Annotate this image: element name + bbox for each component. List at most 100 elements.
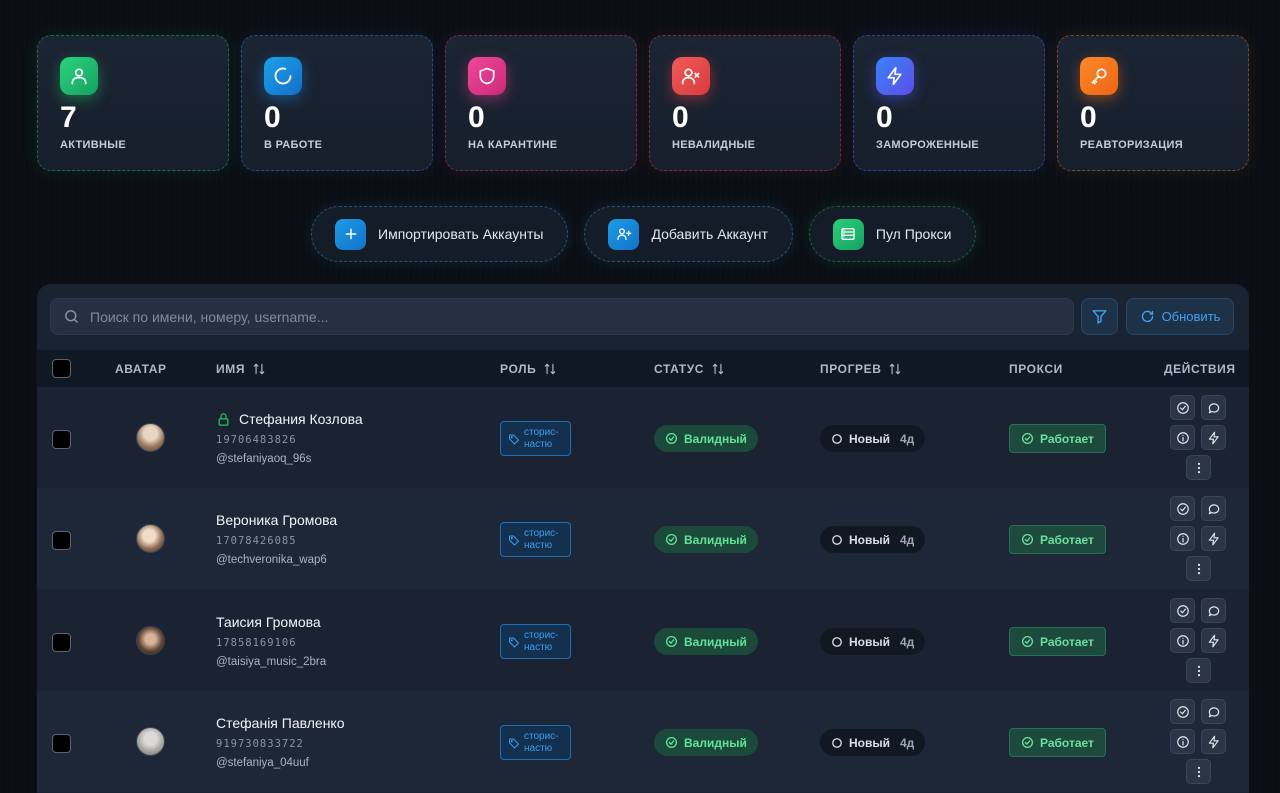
status-badge: Валидный	[654, 526, 758, 553]
row-checkbox[interactable]	[52, 430, 71, 449]
role-badge[interactable]: сторис-настю	[500, 624, 571, 659]
stats-row: 7 АКТИВНЫЕ 0 В РАБОТЕ 0 НА КАРАНТИНЕ 0 Н…	[37, 35, 1249, 171]
row-actions	[1170, 496, 1227, 584]
stat-card-invalid[interactable]: 0 НЕВАЛИДНЫЕ	[649, 35, 841, 171]
stat-card-frozen[interactable]: 0 ЗАМОРОЖЕННЫЕ	[853, 35, 1045, 171]
message-button[interactable]	[1201, 496, 1226, 521]
account-username: @stefaniyaoq_96s	[216, 453, 312, 465]
role-badge[interactable]: сторис-настю	[500, 421, 571, 456]
header-status: СТАТУС	[654, 361, 705, 376]
message-button[interactable]	[1201, 598, 1226, 623]
info-button[interactable]	[1170, 729, 1195, 754]
header-role-sort[interactable]: РОЛЬ	[500, 362, 557, 376]
search-input[interactable]	[90, 308, 990, 325]
account-name[interactable]: Вероника Громова	[216, 512, 337, 528]
role-badge[interactable]: сторис-настю	[500, 725, 571, 760]
proxy-pool-button[interactable]: Пул Прокси	[808, 206, 977, 262]
status-badge: Валидный	[654, 729, 758, 756]
stat-value: 0	[672, 101, 689, 134]
header-name-sort[interactable]: ИМЯ	[216, 362, 266, 376]
search-field[interactable]	[50, 298, 1074, 335]
status-label: Валидный	[684, 735, 747, 750]
proxy-badge: Работает	[1009, 525, 1106, 554]
role-line2: настю	[524, 641, 553, 653]
avatar	[136, 727, 165, 756]
refresh-button[interactable]: Обновить	[1126, 298, 1234, 335]
more-button[interactable]	[1186, 658, 1211, 683]
check-circle-icon	[1176, 604, 1189, 617]
verify-button[interactable]	[1170, 598, 1195, 623]
more-button[interactable]	[1186, 556, 1211, 581]
boost-button[interactable]	[1201, 729, 1226, 754]
role-line2: настю	[524, 438, 553, 450]
message-icon	[1208, 605, 1219, 616]
account-username: @techveronika_wap6	[216, 554, 327, 566]
message-icon	[1208, 706, 1219, 717]
boost-button[interactable]	[1201, 628, 1226, 653]
server-icon	[832, 218, 864, 250]
check-circle-icon	[1176, 401, 1189, 414]
role-line1: сторис-	[524, 527, 559, 539]
verify-button[interactable]	[1170, 699, 1195, 724]
zap-icon	[1208, 735, 1219, 748]
warmup-label: Новый	[849, 532, 890, 547]
row-checkbox[interactable]	[52, 734, 71, 753]
role-line1: сторис-	[524, 426, 559, 438]
stat-label: АКТИВНЫЕ	[60, 139, 126, 151]
account-name[interactable]: Стефания Козлова	[239, 411, 363, 427]
boost-button[interactable]	[1201, 425, 1226, 450]
lock-icon	[218, 412, 229, 426]
boost-button[interactable]	[1201, 526, 1226, 551]
message-button[interactable]	[1201, 699, 1226, 724]
stat-value: 0	[876, 101, 893, 134]
warmup-badge: Новый 4д	[820, 729, 926, 756]
import-accounts-button[interactable]: Импортировать Аккаунты	[311, 206, 569, 262]
verify-button[interactable]	[1170, 496, 1195, 521]
proxy-label: Работает	[1040, 735, 1094, 750]
user-x-icon	[672, 57, 710, 95]
table-row: Таисия Громова 17858169106 @taisiya_musi…	[37, 590, 1249, 691]
stat-value: 0	[1080, 101, 1097, 134]
select-all-checkbox[interactable]	[52, 359, 71, 378]
shield-icon	[468, 57, 506, 95]
more-button[interactable]	[1186, 455, 1211, 480]
stat-label: НЕВАЛИДНЫЕ	[672, 139, 756, 151]
table-header: АВАТАР ИМЯ РОЛЬ СТАТУС ПРОГРЕВ ПРОКСИ ДЕ…	[37, 350, 1249, 387]
message-icon	[1208, 503, 1219, 514]
stat-card-quarantine[interactable]: 0 НА КАРАНТИНЕ	[445, 35, 637, 171]
stat-card-active[interactable]: 7 АКТИВНЫЕ	[37, 35, 229, 171]
avatar	[136, 626, 165, 655]
table-row: Стефанія Павленко 919730833722 @stefaniy…	[37, 691, 1249, 792]
tag-icon	[509, 637, 519, 647]
stat-card-in-work[interactable]: 0 В РАБОТЕ	[241, 35, 433, 171]
header-warmup: ПРОГРЕВ	[820, 361, 882, 376]
filter-icon	[1092, 310, 1107, 324]
more-button[interactable]	[1186, 759, 1211, 784]
row-checkbox[interactable]	[52, 633, 71, 652]
verify-button[interactable]	[1170, 395, 1195, 420]
proxy-pool-label: Пул Прокси	[875, 226, 952, 242]
account-name-cell: Вероника Громова 17078426085 @techveroni…	[216, 512, 337, 566]
row-actions	[1170, 598, 1227, 686]
message-button[interactable]	[1201, 395, 1226, 420]
proxy-label: Работает	[1040, 431, 1094, 446]
more-vertical-icon	[1197, 462, 1200, 473]
filter-button[interactable]	[1081, 298, 1118, 335]
sort-icon	[890, 363, 901, 374]
search-toolbar: Обновить	[50, 298, 1236, 336]
account-name[interactable]: Таисия Громова	[216, 614, 321, 630]
check-circle-icon	[665, 432, 678, 445]
role-badge[interactable]: сторис-настю	[500, 522, 571, 557]
stat-value: 0	[468, 101, 485, 134]
account-name-cell: Стефания Козлова 19706483826 @stefaniyao…	[216, 411, 363, 465]
header-status-sort[interactable]: СТАТУС	[654, 362, 725, 376]
row-checkbox[interactable]	[52, 531, 71, 550]
info-icon	[1176, 431, 1189, 444]
account-name[interactable]: Стефанія Павленко	[216, 715, 345, 731]
info-button[interactable]	[1170, 526, 1195, 551]
info-button[interactable]	[1170, 425, 1195, 450]
stat-card-reauth[interactable]: 0 РЕАВТОРИЗАЦИЯ	[1057, 35, 1249, 171]
header-warmup-sort[interactable]: ПРОГРЕВ	[820, 362, 902, 376]
info-button[interactable]	[1170, 628, 1195, 653]
add-account-button[interactable]: Добавить Аккаунт	[584, 206, 793, 262]
